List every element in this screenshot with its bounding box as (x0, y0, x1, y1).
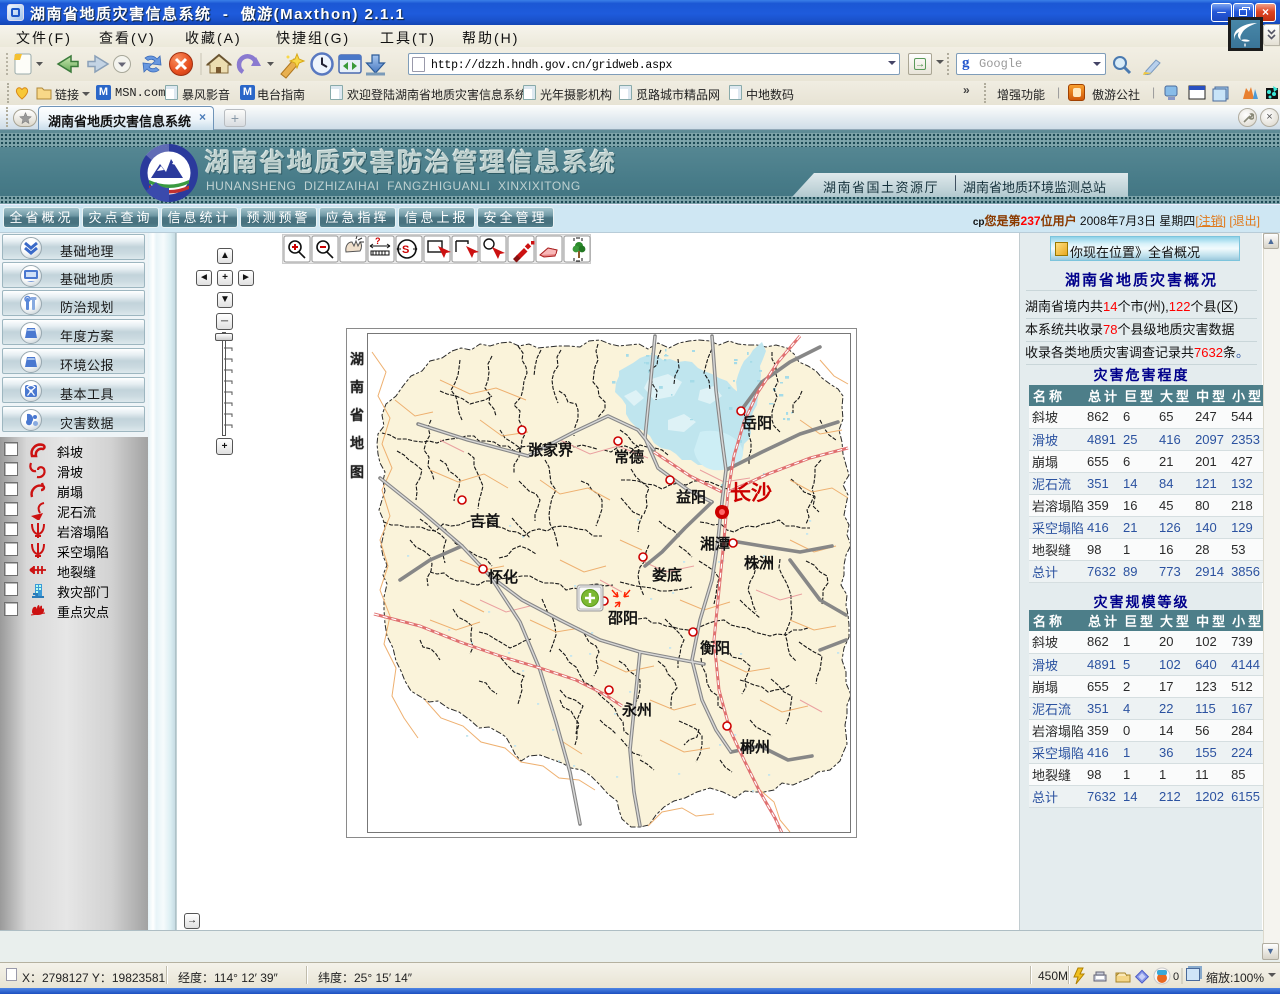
svg-text:湘潭: 湘潭 (700, 535, 730, 553)
svg-text:益阳: 益阳 (676, 488, 706, 506)
svg-text:吉首: 吉首 (470, 512, 500, 530)
svg-text:常德: 常德 (614, 448, 644, 466)
svg-text:郴州: 郴州 (740, 738, 770, 756)
svg-text:0: 0 (1173, 971, 1179, 983)
svg-text:岳阳: 岳阳 (742, 414, 772, 432)
svg-text:衡阳: 衡阳 (700, 639, 730, 657)
svg-text:长沙: 长沙 (730, 482, 772, 505)
svg-text:永州: 永州 (621, 701, 652, 719)
svg-text:?: ? (375, 236, 381, 246)
svg-text:株洲: 株洲 (744, 554, 774, 572)
svg-text:怀化: 怀化 (488, 568, 518, 586)
svg-text:娄底: 娄底 (652, 566, 682, 584)
svg-text:邵阳: 邵阳 (607, 610, 638, 627)
svg-text:张家界: 张家界 (528, 441, 573, 459)
svg-text:S: S (402, 244, 409, 256)
